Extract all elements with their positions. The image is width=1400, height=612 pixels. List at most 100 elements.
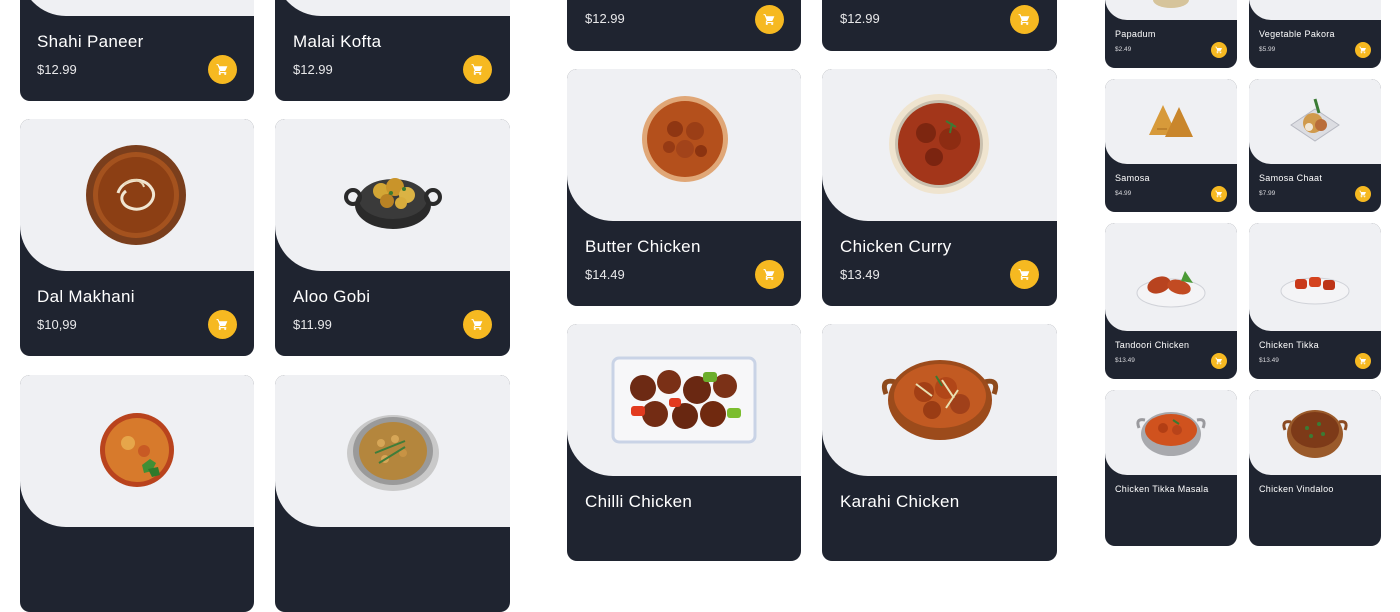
menu-card-samosa-chaat[interactable]: Samosa Chaat $7.99 bbox=[1249, 79, 1381, 212]
dish-image-area bbox=[1105, 390, 1237, 475]
menu-card-samosa[interactable]: Samosa $4.99 bbox=[1105, 79, 1237, 212]
dish-image-area bbox=[275, 119, 510, 271]
dish-price: $14.49 bbox=[585, 267, 625, 282]
dish-price: $13.49 bbox=[1259, 357, 1279, 364]
dish-name: Butter Chicken bbox=[585, 237, 701, 256]
chicken-tikka-icon bbox=[1280, 277, 1350, 305]
karahi-chicken-icon bbox=[881, 360, 999, 440]
menu-card-chicken-tikka[interactable]: Chicken Tikka $13.49 bbox=[1249, 223, 1381, 379]
dish-name: Vegetable Pakora bbox=[1259, 29, 1335, 39]
dish-name: Samosa bbox=[1115, 173, 1150, 183]
cart-icon bbox=[1215, 46, 1222, 54]
add-to-cart-button[interactable] bbox=[755, 260, 784, 289]
menu-card-tandoori-chicken[interactable]: Tandoori Chicken $13.49 bbox=[1105, 223, 1237, 379]
chicken-curry-icon bbox=[889, 94, 989, 194]
menu-card-butter-chicken[interactable]: Butter Chicken $14.49 bbox=[567, 69, 801, 306]
add-to-cart-button[interactable] bbox=[1355, 353, 1371, 369]
add-to-cart-button[interactable] bbox=[208, 55, 237, 84]
cart-icon bbox=[1359, 46, 1366, 54]
menu-card-chilli-chicken[interactable]: Chilli Chicken bbox=[567, 324, 801, 561]
menu-card-vegetable-curry[interactable] bbox=[20, 375, 254, 612]
dish-name: Karahi Chicken bbox=[840, 492, 960, 511]
cart-icon bbox=[1359, 357, 1366, 365]
menu-card-chana-masala[interactable] bbox=[275, 375, 510, 612]
vegetable-curry-icon bbox=[100, 413, 174, 487]
dish-price: $5.99 bbox=[1259, 46, 1276, 53]
menu-card-chicken-tikka-masala[interactable]: Chicken Tikka Masala bbox=[1105, 390, 1237, 546]
dish-price: $13.49 bbox=[1115, 357, 1135, 364]
dish-name: Chicken Vindaloo bbox=[1259, 484, 1334, 494]
cart-icon bbox=[1018, 14, 1030, 25]
dish-name: Tandoori Chicken bbox=[1115, 340, 1190, 350]
cart-icon bbox=[763, 269, 775, 280]
cart-icon bbox=[763, 14, 775, 25]
dish-name: Chicken Curry bbox=[840, 237, 952, 256]
add-to-cart-button[interactable] bbox=[1211, 42, 1227, 58]
chicken-tikka-masala-icon bbox=[1136, 412, 1206, 456]
dish-price: $4.99 bbox=[1115, 190, 1132, 197]
papadum-icon bbox=[1153, 0, 1189, 8]
dish-image-area bbox=[20, 375, 254, 527]
dish-price: $11.99 bbox=[293, 317, 332, 332]
dish-price: $13.49 bbox=[840, 267, 880, 282]
chicken-vindaloo-icon bbox=[1282, 410, 1348, 458]
dish-image-area bbox=[567, 324, 801, 476]
menu-card-dal-makhani[interactable]: Dal Makhani $10,99 bbox=[20, 119, 254, 356]
dish-name: Chicken Tikka Masala bbox=[1115, 484, 1209, 494]
add-to-cart-button[interactable] bbox=[1010, 260, 1039, 289]
add-to-cart-button[interactable] bbox=[1211, 353, 1227, 369]
cart-icon bbox=[216, 319, 228, 330]
dish-name: Samosa Chaat bbox=[1259, 173, 1323, 183]
menu-card-malai-kofta[interactable]: Malai Kofta $12.99 bbox=[275, 0, 510, 101]
dish-name: Dal Makhani bbox=[37, 287, 135, 306]
menu-card-top-left[interactable]: $12.99 bbox=[567, 0, 801, 51]
menu-card-shahi-paneer[interactable]: Shahi Paneer $12.99 bbox=[20, 0, 254, 101]
cart-icon bbox=[471, 64, 483, 75]
dish-name: Shahi Paneer bbox=[37, 32, 144, 51]
add-to-cart-button[interactable] bbox=[1010, 5, 1039, 34]
dish-price: $12.99 bbox=[293, 62, 333, 77]
cart-icon bbox=[1215, 357, 1222, 365]
menu-card-papadum[interactable]: Papadum $2.49 bbox=[1105, 0, 1237, 68]
menu-card-vegetable-pakora[interactable]: Vegetable Pakora $5.99 bbox=[1249, 0, 1381, 68]
chana-masala-icon bbox=[347, 415, 439, 491]
menu-card-karahi-chicken[interactable]: Karahi Chicken bbox=[822, 324, 1057, 561]
dish-image-area bbox=[1249, 390, 1381, 475]
menu-card-chicken-vindaloo[interactable]: Chicken Vindaloo bbox=[1249, 390, 1381, 546]
add-to-cart-button[interactable] bbox=[208, 310, 237, 339]
add-to-cart-button[interactable] bbox=[1355, 186, 1371, 202]
menu-card-aloo-gobi[interactable]: Aloo Gobi $11.99 bbox=[275, 119, 510, 356]
add-to-cart-button[interactable] bbox=[755, 5, 784, 34]
cart-icon bbox=[471, 319, 483, 330]
add-to-cart-button[interactable] bbox=[463, 310, 492, 339]
dish-price: $12.99 bbox=[37, 62, 77, 77]
add-to-cart-button[interactable] bbox=[463, 55, 492, 84]
aloo-gobi-icon bbox=[344, 178, 442, 229]
menu-card-chicken-curry[interactable]: Chicken Curry $13.49 bbox=[822, 69, 1057, 306]
dish-name: Chilli Chicken bbox=[585, 492, 693, 511]
dish-image-area bbox=[822, 324, 1057, 476]
dish-name: Chicken Tikka bbox=[1259, 340, 1319, 350]
samosa-icon bbox=[1149, 105, 1193, 137]
dish-price: $7.99 bbox=[1259, 190, 1276, 197]
cart-icon bbox=[1215, 190, 1222, 198]
dish-image-area bbox=[20, 0, 254, 16]
tandoori-chicken-icon bbox=[1136, 271, 1206, 308]
dish-image-area bbox=[275, 375, 510, 527]
dish-price: $12.99 bbox=[840, 11, 880, 26]
samosa-chaat-icon bbox=[1290, 98, 1340, 142]
add-to-cart-button[interactable] bbox=[1355, 42, 1371, 58]
dish-name: Malai Kofta bbox=[293, 32, 382, 51]
dish-name: Papadum bbox=[1115, 29, 1156, 39]
dish-image-area bbox=[822, 69, 1057, 221]
add-to-cart-button[interactable] bbox=[1211, 186, 1227, 202]
dish-image-area bbox=[1105, 79, 1237, 164]
chilli-chicken-icon bbox=[611, 356, 757, 444]
dish-image-area bbox=[275, 0, 510, 16]
dish-price: $12.99 bbox=[585, 11, 625, 26]
butter-chicken-icon bbox=[642, 96, 728, 182]
dish-name: Aloo Gobi bbox=[293, 287, 371, 306]
dish-image-area bbox=[1105, 223, 1237, 331]
dish-price: $10,99 bbox=[37, 317, 77, 332]
menu-card-top-right[interactable]: $12.99 bbox=[822, 0, 1057, 51]
